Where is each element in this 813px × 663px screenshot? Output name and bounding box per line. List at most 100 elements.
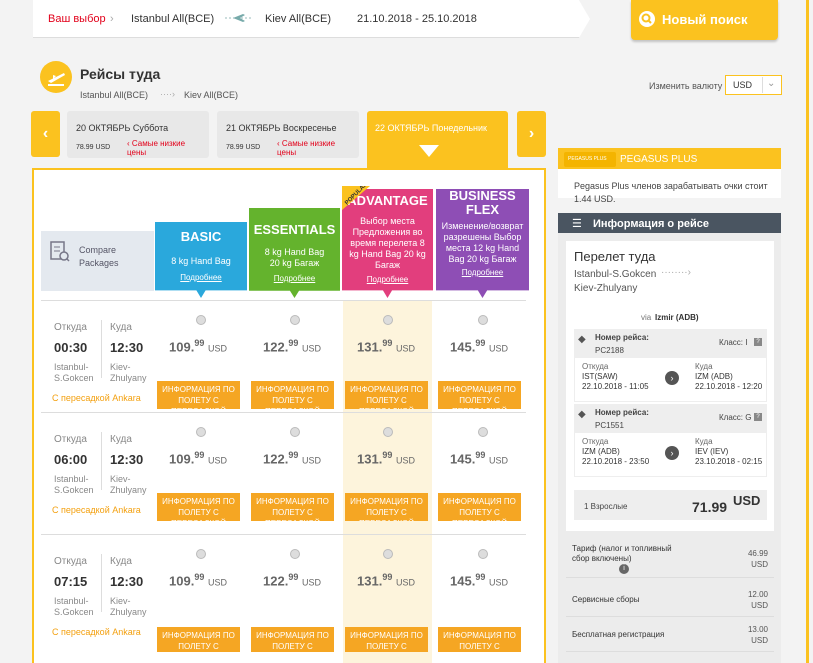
fare-radio[interactable]	[196, 427, 206, 437]
origin-label: Istanbul All(BCE)	[131, 13, 215, 25]
fare-price[interactable]: 122.99 USD	[263, 450, 321, 466]
price-currency: USD	[395, 455, 415, 466]
price-currency: USD	[301, 343, 321, 354]
fee-label: Сервисные сборы	[572, 595, 640, 604]
package-desc: 8 kg Hand Bag	[171, 256, 231, 266]
departure-city: Istanbul-S.Gokcen	[54, 474, 94, 495]
flight-info-button[interactable]: ИНФОРМАЦИЯ ПО ПОЛЕТУ С ПЕРЕСАДКОЙ	[345, 627, 428, 652]
connection-info: С пересадкой Ankara	[52, 505, 141, 515]
pegasus-plus-title: PEGASUS PLUS	[620, 154, 698, 165]
departure-time: 00:30	[54, 340, 88, 355]
flight-info-button[interactable]: ИНФОРМАЦИЯ ПО ПОЛЕТУ С ПЕРЕСАДКОЙ	[438, 627, 521, 652]
flight-info-button[interactable]: ИНФОРМАЦИЯ ПО ПОЛЕТУ С ПЕРЕСАДКОЙ	[157, 493, 240, 521]
price-int: 145	[450, 451, 472, 467]
flight-info-button[interactable]: ИНФОРМАЦИЯ ПО ПОЛЕТУ С ПЕРЕСАДКОЙ	[345, 381, 428, 409]
date-tab-22-selected[interactable]: 22 ОКТЯБРЬ Понедельник	[367, 111, 508, 169]
fare-radio[interactable]	[477, 427, 488, 437]
fare-price[interactable]: 122.99 USD	[263, 338, 321, 354]
package-details-link[interactable]: Подробнее	[436, 268, 529, 277]
segment-body: Откуда IZM (ADB) 22.10.2018 - 23:50 › Ку…	[574, 432, 767, 477]
price-currency: USD	[395, 343, 415, 354]
package-business-flex[interactable]: BUSINESS FLEX Изменение/возврат разрешен…	[436, 189, 529, 298]
date-tab-21[interactable]: 21 ОКТЯБРЬ Воскресенье 78.99 USD ‹ Самые…	[217, 111, 359, 158]
via-label: via	[641, 313, 652, 322]
help-icon[interactable]: ?	[754, 338, 762, 346]
flight-info-button[interactable]: ИНФОРМАЦИЯ ПО ПОЛЕТУ С ПЕРЕСАДКОЙ	[251, 381, 334, 409]
price-int: 122	[263, 573, 285, 589]
flight-info-button[interactable]: ИНФОРМАЦИЯ ПО ПОЛЕТУ С ПЕРЕСАДКОЙ	[251, 493, 334, 521]
fare-price[interactable]: 145.99 USD	[450, 450, 508, 466]
date-tab-label: 22 ОКТЯБРЬ Понедельник	[375, 123, 487, 133]
fare-radio[interactable]	[289, 549, 300, 559]
to-label: Куда	[695, 437, 713, 446]
package-details-link[interactable]: Подробнее	[342, 275, 433, 284]
package-advantage[interactable]: ADVANTAGE Выбор места Предложения во вре…	[342, 189, 433, 298]
flight-info-button[interactable]: ИНФОРМАЦИЯ ПО ПОЛЕТУ С ПЕРЕСАДКОЙ	[438, 493, 521, 521]
next-day-button[interactable]: ›	[517, 111, 546, 157]
connection-info: С пересадкой Ankara	[52, 393, 141, 403]
date-tab-label: 20 ОКТЯБРЬ Суббота	[76, 123, 169, 133]
fare-price[interactable]: 109.99 USD	[169, 572, 227, 588]
route-from: Istanbul All(BCE)	[80, 90, 149, 100]
segment-from: IST(SAW)	[582, 372, 618, 381]
fare-radio[interactable]	[289, 427, 300, 437]
route-to: Kiev All(BCE)	[184, 90, 239, 100]
fee-row: Тариф (налог и топливный сбор включены) …	[566, 540, 774, 578]
segment-to: IZM (ADB)	[695, 372, 733, 381]
info-icon[interactable]: i	[619, 564, 629, 574]
flight-info-button[interactable]: ИНФОРМАЦИЯ ПО ПОЛЕТУ С ПЕРЕСАДКОЙ	[345, 493, 428, 521]
price-int: 122	[263, 451, 285, 467]
lowest-price-note: ‹ Самые низкие цены	[277, 139, 345, 157]
new-search-button[interactable]: Новый поиск	[631, 0, 778, 40]
fare-radio[interactable]	[382, 427, 393, 437]
flight-info-header: ☰ Информация о рейсе	[558, 213, 781, 233]
fare-radio[interactable]	[477, 549, 488, 559]
segment-from-time: 22.10.2018 - 11:05	[582, 382, 649, 391]
fare-price[interactable]: 122.99 USD	[263, 572, 321, 588]
fare-class: Класс: I	[719, 338, 748, 347]
fare-price[interactable]: 131.99 USD	[357, 572, 415, 588]
lowest-price-text: Самые низкие цены	[127, 139, 186, 157]
via-airport: Izmir (ADB)	[655, 313, 699, 322]
price-dec: 99	[382, 338, 393, 348]
flight-info-button[interactable]: ИНФОРМАЦИЯ ПО ПОЛЕТУ С ПЕРЕСАДКОЙ	[157, 627, 240, 652]
price-currency: USD	[395, 577, 415, 588]
to-label: Куда	[110, 434, 132, 445]
fare-radio[interactable]	[477, 315, 488, 325]
package-basic[interactable]: BASIC 8 kg Hand Bag Подробнее	[155, 222, 247, 298]
arrow-right-icon: ›	[665, 446, 679, 460]
arrival-city: Kiev-Zhulyany	[110, 362, 147, 383]
price-currency: USD	[488, 577, 508, 588]
flight-info-button[interactable]: ИНФОРМАЦИЯ ПО ПОЛЕТУ С ПЕРЕСАДКОЙ	[157, 381, 240, 409]
page-edge-accent	[806, 0, 809, 663]
date-tab-20[interactable]: 20 ОКТЯБРЬ Суббота 78.99 USD ‹ Самые низ…	[67, 111, 209, 158]
fare-price[interactable]: 145.99 USD	[450, 338, 508, 354]
help-icon[interactable]: ?	[754, 413, 762, 421]
departure-city: Istanbul-S.Gokcen	[54, 362, 94, 383]
fare-radio[interactable]	[196, 549, 206, 559]
flight-info-button[interactable]: ИНФОРМАЦИЯ ПО ПОЛЕТУ С ПЕРЕСАДКОЙ	[438, 381, 521, 409]
package-details-link[interactable]: Подробнее	[155, 273, 247, 282]
fare-price[interactable]: 145.99 USD	[450, 572, 508, 588]
prev-day-button[interactable]: ‹	[31, 111, 60, 157]
price-currency: USD	[207, 577, 227, 588]
date-tab-price: 78.99 USD	[76, 144, 111, 151]
fee-label: Тариф (налог и топливный сбор включены)	[572, 544, 672, 563]
fare-price[interactable]: 131.99 USD	[357, 338, 415, 354]
departure-time: 06:00	[54, 452, 88, 467]
package-details-link[interactable]: Подробнее	[249, 274, 340, 283]
fare-radio[interactable]	[196, 315, 206, 325]
compare-packages-button[interactable]: Compare Packages	[41, 231, 154, 291]
fare-radio[interactable]	[382, 549, 393, 559]
fee-label: Бесплатная регистрация	[572, 630, 665, 639]
currency-select[interactable]: USD ⌄	[725, 75, 782, 95]
fare-price[interactable]: 109.99 USD	[169, 450, 227, 466]
price-currency: USD	[301, 577, 321, 588]
fare-price[interactable]: 131.99 USD	[357, 450, 415, 466]
fare-radio[interactable]	[289, 315, 300, 325]
fare-radio[interactable]	[382, 315, 393, 325]
price-dec: 99	[288, 450, 299, 460]
fare-price[interactable]: 109.99 USD	[169, 338, 227, 354]
package-essentials[interactable]: ESSENTIALS 8 kg Hand Bag 20 kg Багаж Под…	[249, 208, 340, 298]
flight-info-button[interactable]: ИНФОРМАЦИЯ ПО ПОЛЕТУ С ПЕРЕСАДКОЙ	[251, 627, 334, 652]
